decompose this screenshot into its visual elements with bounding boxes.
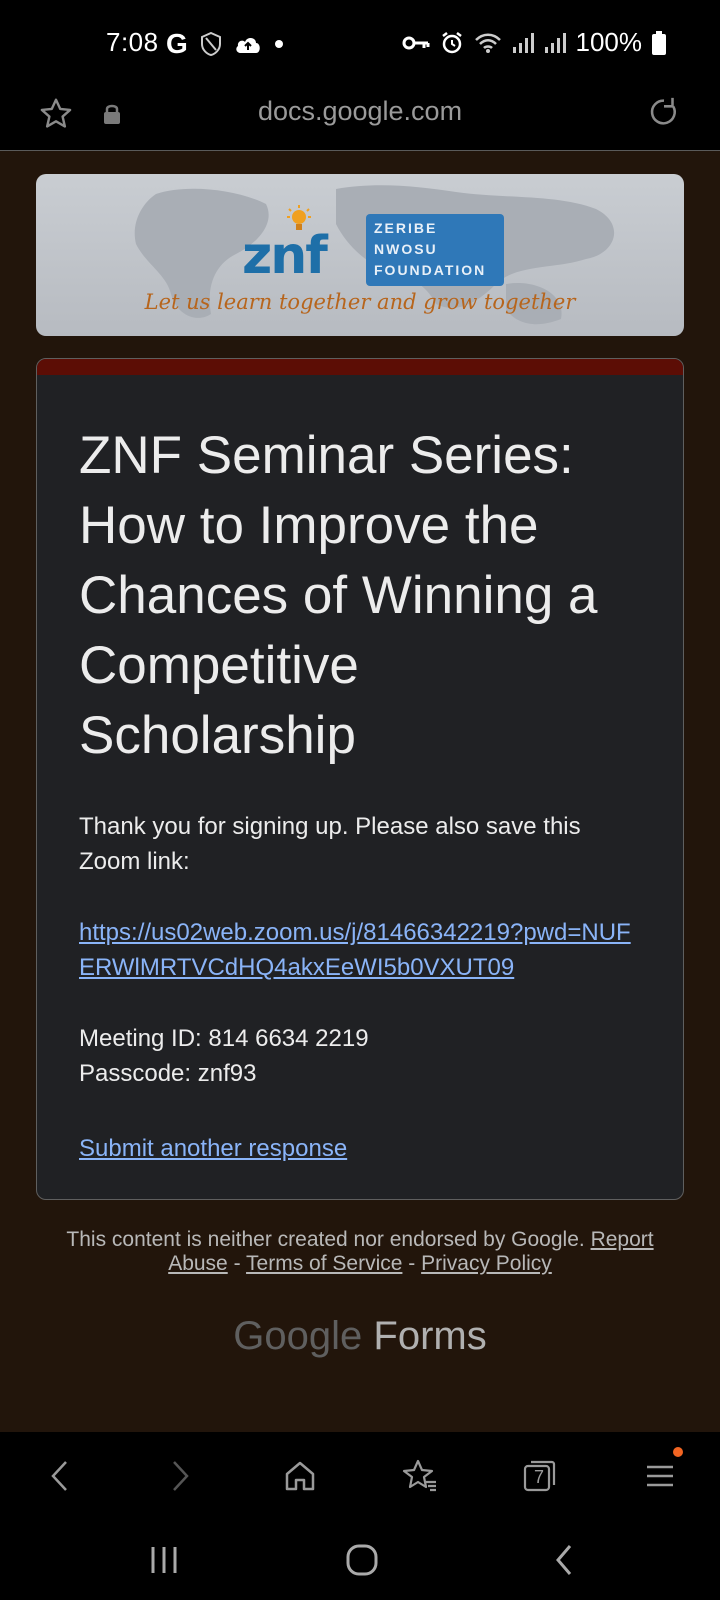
card-accent-bar xyxy=(37,359,683,375)
bookmarks-button[interactable] xyxy=(396,1452,444,1500)
submit-another-response-link[interactable]: Submit another response xyxy=(79,1135,347,1163)
reload-button[interactable] xyxy=(644,92,684,132)
back-icon xyxy=(51,1461,67,1491)
battery-percent: 100% xyxy=(575,27,643,57)
menu-button[interactable] xyxy=(636,1447,684,1500)
logo-line: FOUNDATION xyxy=(374,262,487,278)
logo-line: ZERIBE xyxy=(374,220,438,236)
recent-apps-icon xyxy=(151,1547,177,1573)
forward-icon xyxy=(173,1461,189,1491)
separator: - xyxy=(408,1252,416,1275)
menu-icon xyxy=(647,1465,673,1487)
key-icon xyxy=(402,36,429,49)
footer-disclaimer: This content is neither created nor endo… xyxy=(60,1228,660,1276)
terms-of-service-link[interactable]: Terms of Service xyxy=(246,1252,402,1275)
back-chevron-icon xyxy=(556,1545,572,1575)
form-title: ZNF Seminar Series: How to Improve the C… xyxy=(79,426,598,765)
confirmation-message: Thank you for signing up. Please also sa… xyxy=(79,813,581,875)
confirmation-card: ZNF Seminar Series: How to Improve the C… xyxy=(36,358,684,1200)
status-bar: 7:08 G 100% xyxy=(0,0,720,88)
bookmarks-icon xyxy=(402,1459,436,1492)
home-circle-icon xyxy=(346,1544,378,1576)
meeting-details: Meeting ID: 814 6634 2219 Passcode: znf9… xyxy=(79,1021,641,1091)
google-g-icon: G xyxy=(166,28,188,59)
url-text[interactable]: docs.google.com xyxy=(0,96,720,127)
forms-wordmark: Forms xyxy=(373,1314,487,1358)
banner-tagline: Let us learn together and grow together xyxy=(144,290,576,314)
meeting-id: Meeting ID: 814 6634 2219 xyxy=(79,1025,369,1052)
signal-icon xyxy=(512,32,534,53)
reload-icon xyxy=(650,97,676,125)
back-nav-button[interactable] xyxy=(536,1532,592,1588)
home-nav-button[interactable] xyxy=(334,1532,390,1588)
browser-toolbar: 7 xyxy=(0,1432,720,1520)
zoom-link[interactable]: https://us02web.zoom.us/j/81466342219?pw… xyxy=(79,915,641,985)
separator: - xyxy=(233,1252,241,1275)
google-forms-logo[interactable]: Google Forms xyxy=(0,1314,720,1359)
signal-icon xyxy=(544,32,566,53)
back-button[interactable] xyxy=(36,1452,84,1500)
disclaimer-text: This content is neither created nor endo… xyxy=(66,1228,585,1251)
logo-line: NWOSU xyxy=(374,241,438,257)
dot-icon xyxy=(274,40,283,48)
system-navigation-bar xyxy=(0,1520,720,1600)
shield-icon xyxy=(200,32,221,56)
znf-logo-mark: znf xyxy=(242,226,328,286)
address-bar: docs.google.com xyxy=(0,88,720,151)
home-button[interactable] xyxy=(276,1452,324,1500)
recent-apps-button[interactable] xyxy=(136,1532,192,1588)
header-banner: znf ZERIBE NWOSU FOUNDATION Let us learn… xyxy=(36,174,684,336)
notification-dot-icon xyxy=(673,1447,683,1457)
home-icon xyxy=(285,1461,315,1491)
clock: 7:08 xyxy=(106,27,159,57)
tab-count: 7 xyxy=(534,1467,545,1487)
wifi-icon xyxy=(474,33,501,53)
foundation-name-box: ZERIBE NWOSU FOUNDATION xyxy=(366,214,504,286)
cloud-upload-icon xyxy=(236,37,260,53)
google-wordmark: Google xyxy=(233,1314,363,1358)
forward-button[interactable] xyxy=(156,1452,204,1500)
tabs-button[interactable]: 7 xyxy=(516,1452,564,1500)
passcode: Passcode: znf93 xyxy=(79,1060,257,1087)
alarm-icon xyxy=(441,31,462,53)
battery-icon xyxy=(652,30,666,55)
privacy-policy-link[interactable]: Privacy Policy xyxy=(421,1252,552,1275)
